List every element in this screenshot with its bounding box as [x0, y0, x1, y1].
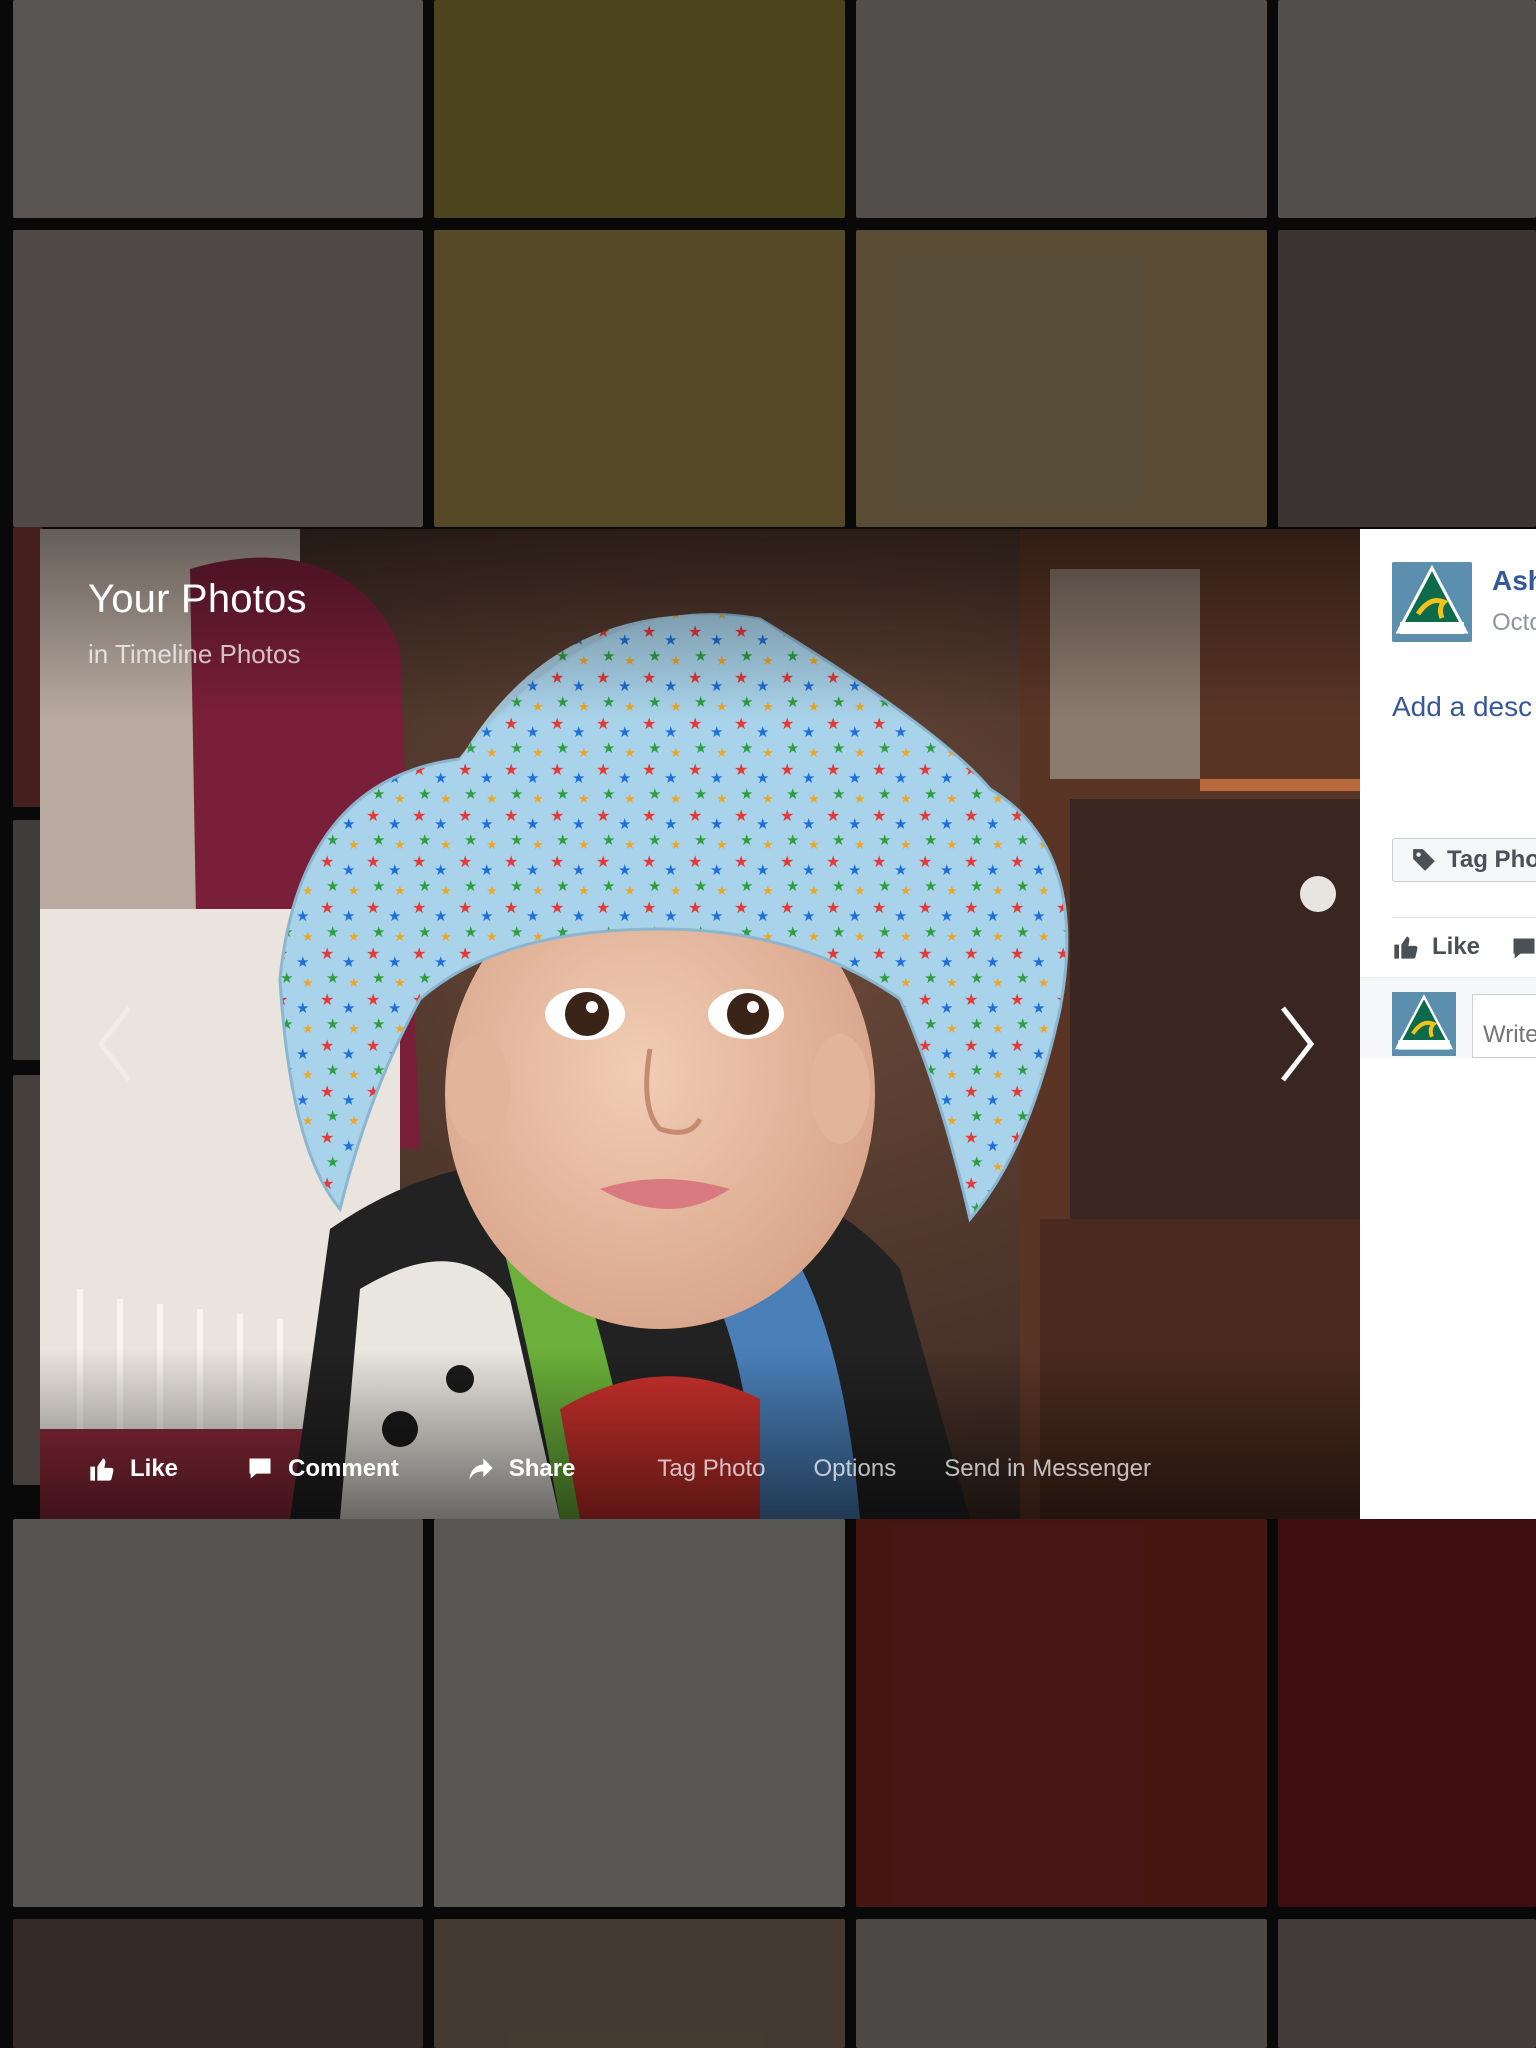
- bottom-gradient: [40, 1349, 1360, 1519]
- speech-bubble-icon: [249, 1458, 271, 1479]
- commenter-avatar[interactable]: [1392, 992, 1456, 1056]
- tag-photo-button[interactable]: Tag Pho: [1392, 838, 1536, 882]
- share-button[interactable]: Share: [467, 1455, 576, 1483]
- photo-action-bar: Like Comment Share Tag Photo Options Sen…: [88, 1449, 1358, 1489]
- australian-made-logo-icon: [1392, 562, 1472, 642]
- share-arrow-icon: [469, 1458, 493, 1480]
- comment-composer: [1360, 977, 1536, 1058]
- photo-viewer: ★ ★ ★ ★: [40, 529, 1360, 1519]
- panel-like-label: Like: [1432, 933, 1481, 960]
- tag-photo-button-label: Tag Pho: [1447, 846, 1536, 873]
- chevron-right-icon: [1281, 1006, 1315, 1082]
- photo-details-panel: Ash Octo Add a desc Tag Pho Like: [1360, 529, 1536, 1519]
- share-label: Share: [508, 1455, 576, 1482]
- panel-like-button[interactable]: Like: [1392, 933, 1480, 961]
- comment-button[interactable]: Comment: [246, 1455, 399, 1483]
- thumbs-up-icon: [90, 1458, 114, 1481]
- chevron-left-icon: [97, 1006, 131, 1082]
- tag-photo-link[interactable]: Tag Photo: [657, 1455, 765, 1483]
- add-description-link[interactable]: Add a desc: [1392, 691, 1532, 723]
- like-button[interactable]: Like: [88, 1455, 178, 1483]
- album-title[interactable]: Your Photos: [88, 577, 307, 622]
- author-name-link[interactable]: Ash: [1492, 565, 1536, 597]
- top-gradient: [40, 529, 1360, 719]
- australian-made-logo-icon: [1392, 992, 1456, 1056]
- previous-photo-button[interactable]: [80, 984, 150, 1104]
- like-label: Like: [130, 1455, 179, 1482]
- tag-icon: [1413, 849, 1435, 871]
- album-subtitle[interactable]: in Timeline Photos: [88, 639, 300, 670]
- comment-icon[interactable]: [1510, 935, 1536, 963]
- divider: [1392, 917, 1536, 918]
- page-avatar[interactable]: [1392, 562, 1472, 642]
- comment-input[interactable]: [1472, 994, 1536, 1058]
- thumbs-up-icon: [1394, 936, 1418, 959]
- post-date[interactable]: Octo: [1492, 609, 1536, 637]
- comment-label: Comment: [288, 1455, 399, 1482]
- options-link[interactable]: Options: [814, 1455, 897, 1483]
- send-in-messenger-link[interactable]: Send in Messenger: [944, 1455, 1151, 1483]
- next-photo-button[interactable]: [1262, 984, 1332, 1104]
